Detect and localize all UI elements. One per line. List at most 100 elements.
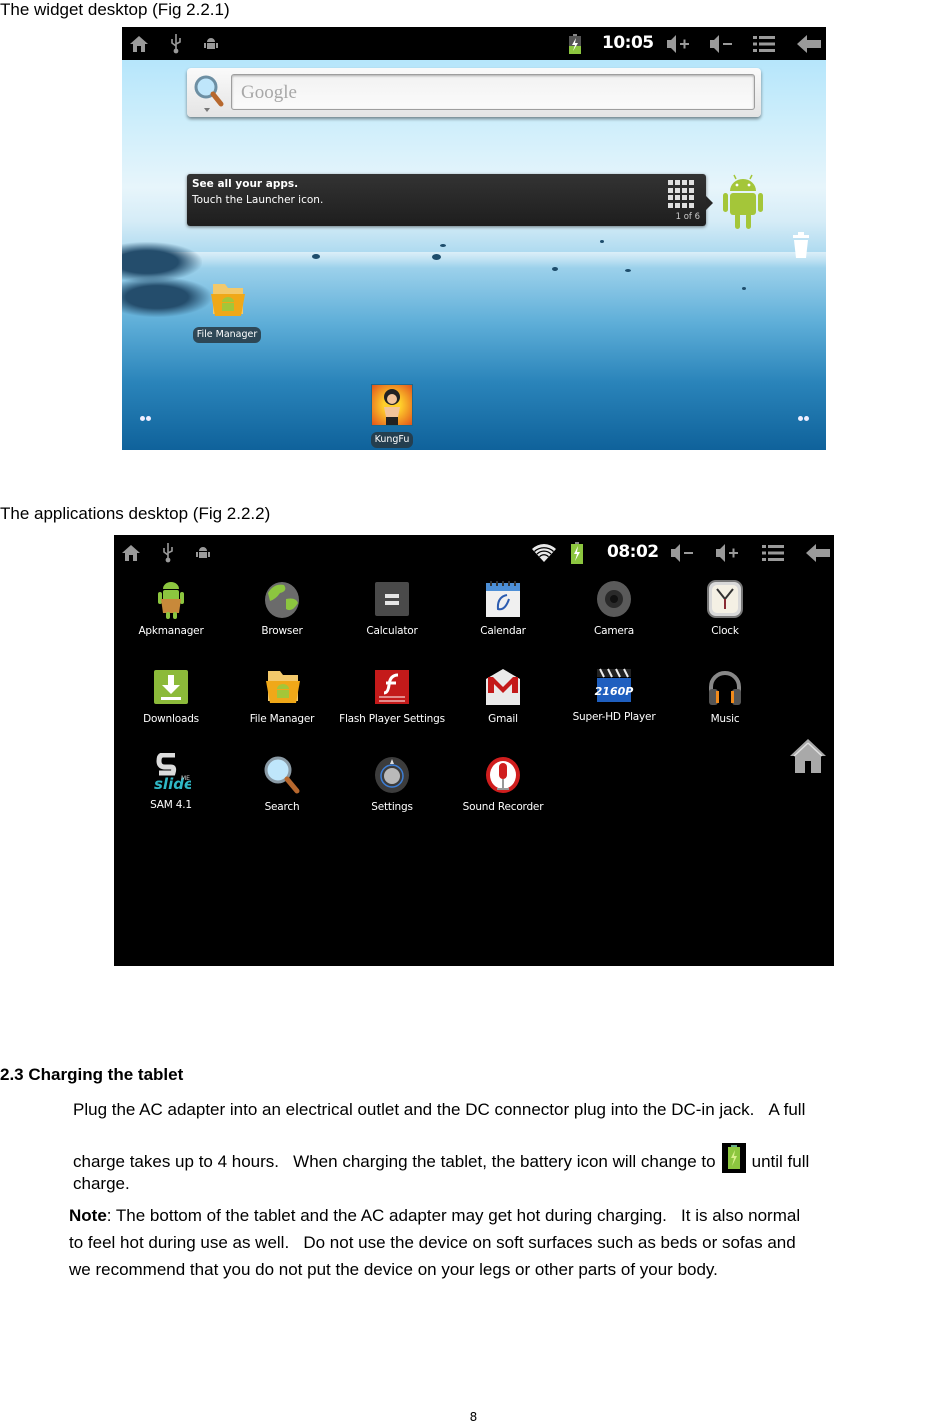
page-indicator-right[interactable] <box>798 416 809 421</box>
flash-icon <box>372 667 412 707</box>
svg-text:ME: ME <box>181 775 190 782</box>
app-calculator[interactable]: Calculator <box>337 579 447 637</box>
android-launcher-icon[interactable] <box>722 171 764 231</box>
gmail-icon <box>483 667 523 707</box>
browser-icon <box>262 579 302 619</box>
wallpaper-rock <box>552 267 558 271</box>
charging-text: charge takes up to 4 hours. When chargin… <box>73 1152 716 1171</box>
volume-down-icon[interactable] <box>708 27 734 60</box>
app-label: Downloads <box>143 713 199 725</box>
charging-paragraph-line: Plug the AC adapter into an electrical o… <box>73 1100 806 1119</box>
slideme-icon: slide ME <box>151 752 194 793</box>
file-manager-icon <box>262 667 302 707</box>
google-search-input[interactable]: Google <box>231 74 755 110</box>
battery-charging-icon <box>721 1143 746 1173</box>
note-line: Note: The bottom of the tablet and the A… <box>69 1206 800 1226</box>
volume-up-icon[interactable] <box>714 535 740 570</box>
back-icon[interactable] <box>795 27 823 60</box>
app-label: Gmail <box>488 713 518 725</box>
camera-icon <box>594 579 634 619</box>
app-label: Flash Player Settings <box>339 713 445 725</box>
wallpaper-rock <box>312 254 320 259</box>
tooltip-title: See all your apps. <box>192 178 299 190</box>
clock-icon <box>705 579 745 619</box>
launcher-tooltip: See all your apps. Touch the Launcher ic… <box>187 174 713 226</box>
app-downloads[interactable]: Downloads <box>116 667 226 725</box>
home-icon[interactable] <box>120 535 142 570</box>
usb-icon <box>170 27 182 60</box>
wallpaper-rock <box>600 240 604 243</box>
search-source-dropdown-arrow[interactable] <box>204 108 210 112</box>
app-flash-player-settings[interactable]: Flash Player Settings <box>337 667 447 725</box>
app-settings[interactable]: Settings <box>337 755 447 813</box>
app-label: SAM 4.1 <box>150 799 192 811</box>
shortcut-label: KungFu <box>370 432 414 448</box>
app-clock[interactable]: Clock <box>670 579 780 637</box>
wallpaper-rock <box>432 254 441 260</box>
usb-icon <box>162 535 174 570</box>
app-search[interactable]: Search <box>227 755 337 813</box>
kungfu-game-icon <box>371 384 413 426</box>
app-label: Music <box>710 713 740 725</box>
charging-paragraph-line: charge. <box>73 1174 130 1193</box>
page-number: 8 <box>469 1410 478 1424</box>
video-player-icon: 2160P <box>594 665 634 705</box>
app-label: Browser <box>261 625 303 637</box>
volume-up-icon[interactable] <box>665 27 691 60</box>
volume-down-icon[interactable] <box>669 535 695 570</box>
app-music[interactable]: Music <box>670 667 780 725</box>
status-bar: 08:02 <box>114 535 834 570</box>
app-label: Calculator <box>366 625 418 637</box>
app-browser[interactable]: Browser <box>227 579 337 637</box>
tooltip-body: Touch the Launcher icon. <box>192 194 324 206</box>
desktop-shortcut-file-manager[interactable]: File Manager <box>188 282 266 343</box>
app-label: File Manager <box>249 713 315 725</box>
google-search-widget[interactable]: Google <box>187 68 761 117</box>
menu-icon[interactable] <box>752 27 776 60</box>
search-icon[interactable] <box>193 74 225 110</box>
clock-time: 08:02 <box>607 542 659 562</box>
app-label: Calendar <box>480 625 526 637</box>
home-icon[interactable] <box>128 27 150 60</box>
desktop-shortcut-kungfu[interactable]: KungFu <box>362 384 422 448</box>
app-sam[interactable]: slide ME SAM 4.1 <box>116 752 226 811</box>
app-camera[interactable]: Camera <box>559 579 669 637</box>
shortcut-label: File Manager <box>192 327 262 343</box>
android-debug-icon <box>194 535 212 570</box>
headphones-icon <box>705 667 745 707</box>
app-label: Sound Recorder <box>462 801 544 813</box>
app-file-manager[interactable]: File Manager <box>227 667 337 725</box>
microphone-icon <box>483 755 523 795</box>
app-label: Apkmanager <box>138 625 204 637</box>
trash-icon[interactable] <box>792 232 810 258</box>
home-icon[interactable] <box>790 739 826 773</box>
app-label: Camera <box>593 625 634 637</box>
wifi-icon <box>531 535 557 570</box>
app-calendar[interactable]: Calendar <box>448 579 558 637</box>
menu-icon[interactable] <box>761 535 785 570</box>
calculator-icon <box>372 579 412 619</box>
wallpaper-horizon <box>122 252 826 268</box>
battery-charging-icon <box>567 27 583 60</box>
back-icon[interactable] <box>804 535 832 570</box>
note-line: to feel hot during use as well. Do not u… <box>69 1233 796 1252</box>
app-sound-recorder[interactable]: Sound Recorder <box>448 755 558 813</box>
file-manager-icon <box>207 282 247 318</box>
app-super-hd-player[interactable]: 2160P Super-HD Player <box>559 665 669 723</box>
figure-caption-applications-desktop: The applications desktop (Fig 2.2.2) <box>0 504 271 523</box>
app-gmail[interactable]: Gmail <box>448 667 558 725</box>
app-label: Settings <box>371 801 413 813</box>
figure-caption-widget-desktop: The widget desktop (Fig 2.2.1) <box>0 0 230 19</box>
app-label: Clock <box>711 625 739 637</box>
charging-paragraph-line: charge takes up to 4 hours. When chargin… <box>73 1143 809 1173</box>
calendar-icon <box>483 579 523 619</box>
wallpaper-rock <box>625 269 631 272</box>
app-label: Super-HD Player <box>572 711 656 723</box>
note-line: we recommend that you do not put the dev… <box>69 1260 718 1279</box>
page-indicator-left[interactable] <box>140 416 151 421</box>
battery-charging-icon <box>569 535 585 570</box>
app-label: Search <box>264 801 300 813</box>
app-apkmanager[interactable]: Apkmanager <box>116 579 226 637</box>
status-bar: 10:05 <box>122 27 826 60</box>
settings-icon <box>372 755 412 795</box>
